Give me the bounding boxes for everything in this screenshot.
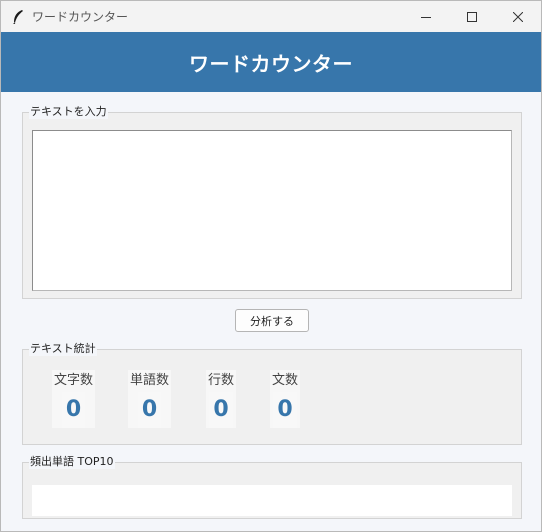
stat-label: 行数 [208, 373, 235, 388]
window-titlebar[interactable]: ワードカウンター [1, 1, 541, 32]
stat-value: 0 [61, 392, 86, 428]
analyze-button[interactable]: 分析する [235, 309, 309, 332]
close-icon [512, 7, 524, 26]
stat-line-count: 行数 0 [206, 370, 237, 428]
top-words-group: 頻出単語 TOP10 [22, 455, 522, 519]
app-header: ワードカウンター [1, 32, 541, 92]
close-button[interactable] [495, 1, 541, 32]
minimize-icon [421, 7, 431, 26]
stat-sentence-count: 文数 0 [270, 370, 301, 428]
app-title: ワードカウンター [189, 51, 353, 76]
text-input-group: テキストを入力 [22, 105, 522, 299]
stat-value: 0 [273, 392, 297, 428]
maximize-button[interactable] [449, 1, 495, 32]
stat-char-count: 文字数 0 [52, 370, 96, 428]
stat-value: 0 [137, 392, 162, 428]
top-words-list[interactable] [32, 485, 512, 516]
stat-value: 0 [209, 392, 233, 428]
text-input-area[interactable] [32, 130, 512, 291]
stat-label: 文字数 [54, 373, 94, 388]
text-stats-legend: テキスト統計 [29, 342, 97, 356]
minimize-button[interactable] [403, 1, 449, 32]
feather-icon [10, 9, 26, 25]
window-title: ワードカウンター [32, 10, 129, 24]
top-words-legend: 頻出単語 TOP10 [29, 455, 115, 469]
maximize-icon [467, 7, 477, 26]
stat-word-count: 単語数 0 [128, 370, 172, 428]
text-input-legend: テキストを入力 [29, 105, 108, 119]
stat-label: 単語数 [130, 373, 170, 388]
stat-label: 文数 [272, 373, 299, 388]
text-stats-group: テキスト統計 文字数 0 単語数 0 行数 0 文数 0 [22, 342, 522, 445]
